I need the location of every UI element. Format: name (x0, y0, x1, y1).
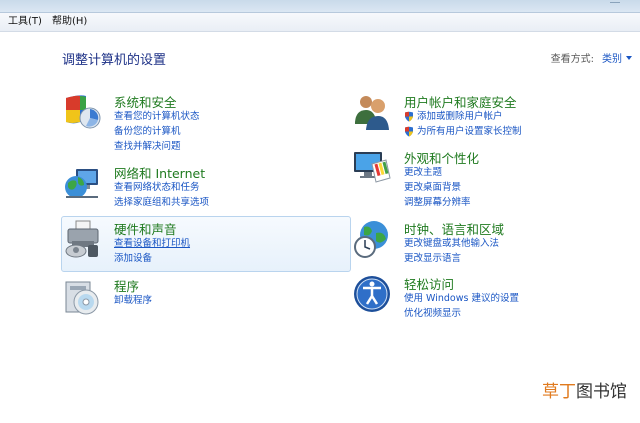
monitor-palette-icon (352, 148, 392, 188)
category-hardware-sound[interactable]: 硬件和声音 查看设备和打印机 添加设备 (62, 219, 342, 265)
watermark-part1: 草丁 (542, 382, 576, 402)
category-appearance[interactable]: 外观和个性化 更改主题 更改桌面背景 调整屏幕分辨率 (352, 148, 632, 208)
view-by-dropdown[interactable]: 类别 (602, 50, 632, 65)
menu-tools[interactable]: 工具(T) (6, 15, 44, 29)
view-by: 查看方式: 类别 (551, 50, 632, 65)
link-homegroup[interactable]: 选择家庭组和共享选项 (114, 195, 209, 210)
link-label: 为所有用户设置家长控制 (417, 126, 522, 137)
link-windows-suggested[interactable]: 使用 Windows 建议的设置 (404, 291, 519, 306)
page-title: 调整计算机的设置 (62, 53, 167, 68)
link-backup[interactable]: 备份您的计算机 (114, 124, 200, 139)
uac-shield-icon (405, 126, 413, 137)
users-icon (352, 92, 392, 132)
link-troubleshoot[interactable]: 查找并解决问题 (114, 139, 200, 154)
category-system-security[interactable]: 系统和安全 查看您的计算机状态 备份您的计算机 查找并解决问题 (62, 92, 342, 152)
printer-hardware-icon (62, 219, 102, 259)
link-uninstall[interactable]: 卸载程序 (114, 293, 152, 308)
link-change-theme[interactable]: 更改主题 (404, 165, 471, 180)
network-globe-icon (62, 163, 102, 203)
link-label: 添加或删除用户帐户 (417, 111, 503, 122)
category-user-accounts[interactable]: 用户帐户和家庭安全 添加或删除用户帐户 为所有用户设置家长控制 (352, 92, 632, 138)
watermark: 草丁图书馆 (542, 377, 627, 402)
link-network-status[interactable]: 查看网络状态和任务 (114, 180, 209, 195)
category-clock-language-region[interactable]: 时钟、语言和区域 更改键盘或其他输入法 更改显示语言 (352, 219, 632, 265)
link-optimize-video[interactable]: 优化视频显示 (404, 306, 519, 321)
uac-shield-icon (405, 111, 413, 122)
view-by-label: 查看方式: (550, 54, 594, 65)
view-by-value: 类别 (602, 54, 622, 65)
watermark-part2: 图书馆 (576, 382, 627, 402)
link-desktop-background[interactable]: 更改桌面背景 (404, 180, 471, 195)
link-devices-printers[interactable]: 查看设备和打印机 (114, 236, 190, 251)
category-programs[interactable]: 程序 卸载程序 (62, 276, 342, 316)
clock-globe-icon (352, 219, 392, 259)
link-view-status[interactable]: 查看您的计算机状态 (114, 109, 200, 124)
category-ease-of-access[interactable]: 轻松访问 使用 Windows 建议的设置 优化视频显示 (352, 274, 632, 320)
window-edge-mark (610, 2, 620, 9)
link-screen-resolution[interactable]: 调整屏幕分辨率 (404, 195, 471, 210)
programs-disc-icon (62, 276, 102, 316)
category-network-internet[interactable]: 网络和 Internet 查看网络状态和任务 选择家庭组和共享选项 (62, 163, 342, 209)
ease-of-access-icon (352, 274, 392, 314)
link-parental-controls[interactable]: 为所有用户设置家长控制 (404, 124, 522, 139)
shield-security-icon (62, 92, 102, 132)
link-display-language[interactable]: 更改显示语言 (404, 251, 499, 266)
link-add-device[interactable]: 添加设备 (114, 251, 190, 266)
link-add-remove-accounts[interactable]: 添加或删除用户帐户 (404, 109, 522, 124)
chevron-down-icon (626, 55, 632, 60)
link-keyboard-input[interactable]: 更改键盘或其他输入法 (404, 236, 499, 251)
window-top-strip (0, 0, 640, 13)
menu-help[interactable]: 帮助(H) (50, 15, 89, 29)
menu-bar: 工具(T) 帮助(H) (0, 13, 640, 32)
